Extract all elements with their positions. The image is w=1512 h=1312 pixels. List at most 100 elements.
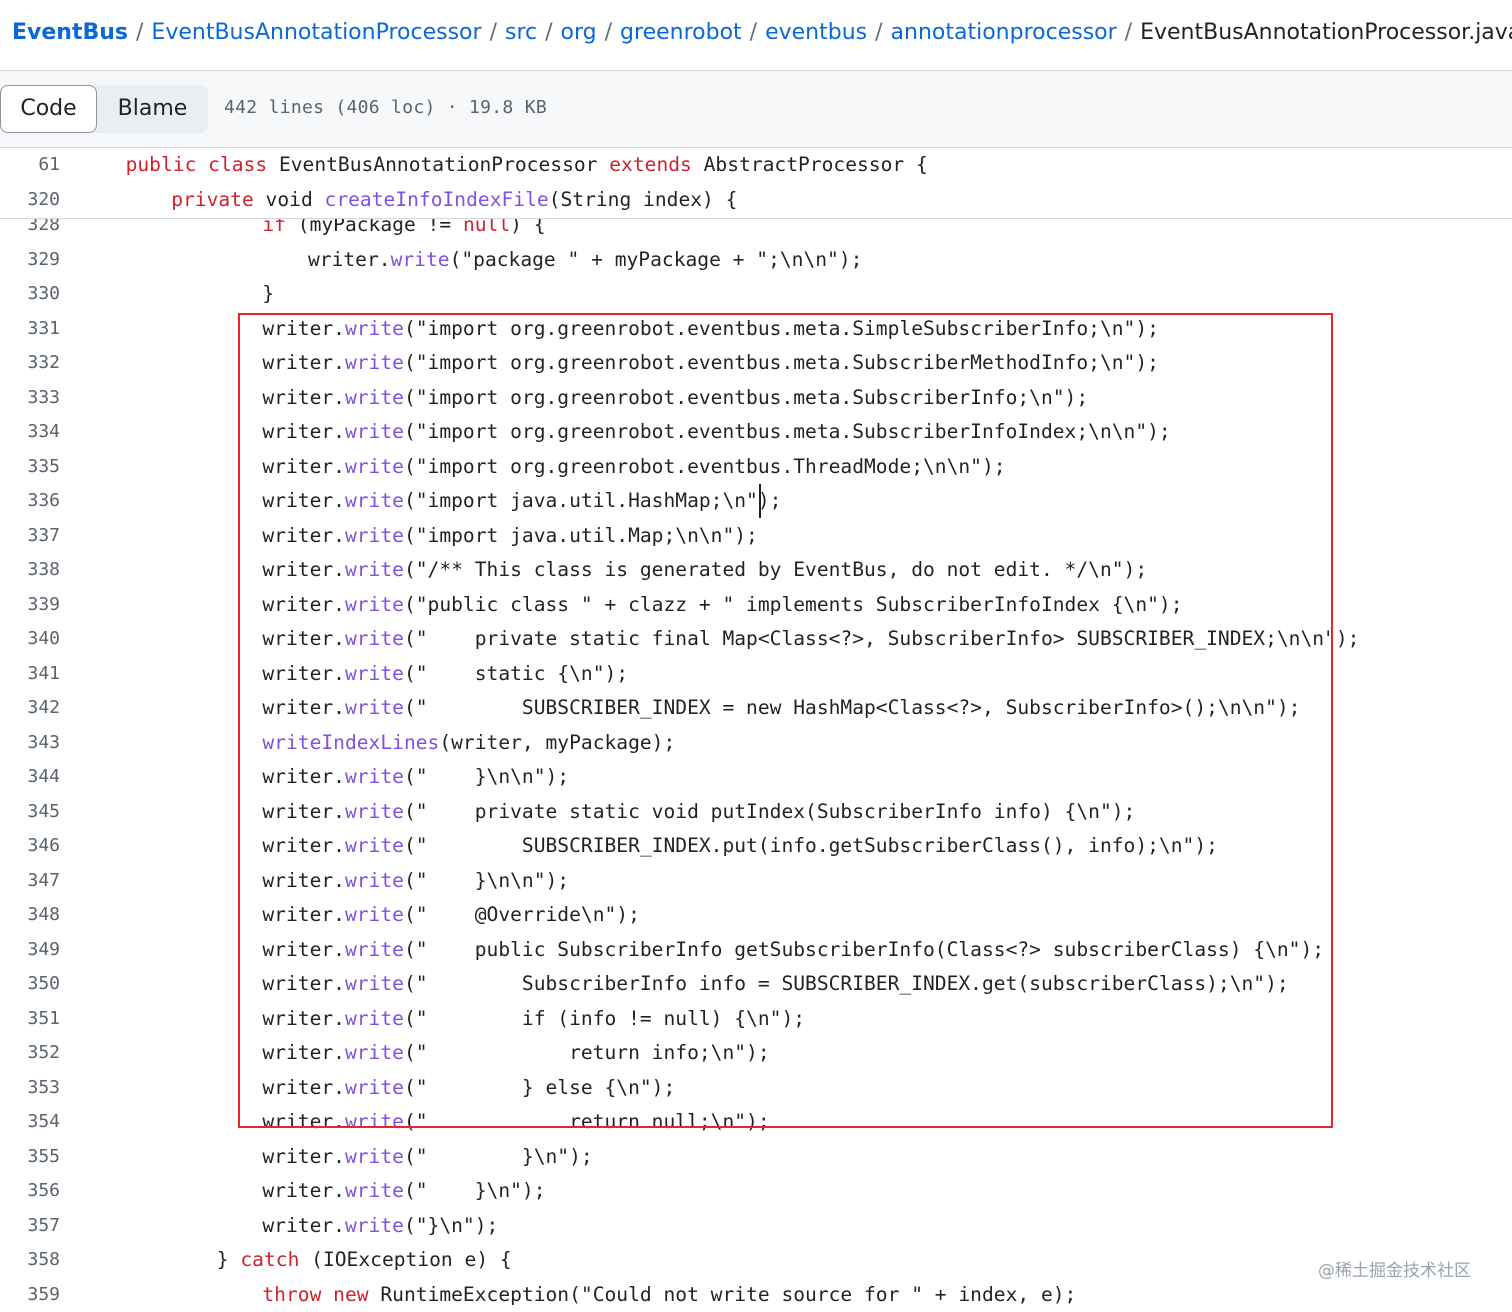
function-token: write: [345, 662, 404, 685]
breadcrumb-link-eventbus[interactable]: eventbus: [765, 20, 867, 45]
code-token: (" if (info != null) {\n");: [404, 1007, 805, 1030]
code-token: writer.: [262, 351, 345, 374]
line-number[interactable]: 340: [0, 622, 60, 657]
line-number[interactable]: 338: [0, 553, 60, 588]
line-number[interactable]: 344: [0, 760, 60, 795]
code-line: 331writer.write("import org.greenrobot.e…: [0, 312, 1512, 347]
code-line: 348writer.write(" @Override\n");: [0, 898, 1512, 933]
line-number[interactable]: 345: [0, 795, 60, 830]
code-line: 61public class EventBusAnnotationProcess…: [0, 148, 1512, 183]
code-text: writer.write(" SUBSCRIBER_INDEX.put(info…: [262, 829, 1218, 864]
keyword-token: class: [208, 153, 267, 176]
breadcrumb-link-module[interactable]: EventBusAnnotationProcessor: [151, 20, 481, 45]
code-token: writer.: [262, 627, 345, 650]
file-meta-info: 442 lines (406 loc) · 19.8 KB: [224, 97, 547, 118]
function-token: write: [345, 696, 404, 719]
line-number[interactable]: 349: [0, 933, 60, 968]
function-token: write: [345, 903, 404, 926]
line-number[interactable]: 358: [0, 1243, 60, 1278]
line-number[interactable]: 335: [0, 450, 60, 485]
line-number[interactable]: 350: [0, 967, 60, 1002]
code-text: writeIndexLines(writer, myPackage);: [262, 726, 675, 761]
code-token: (" private static final Map<Class<?>, Su…: [404, 627, 1360, 650]
breadcrumb: EventBus / EventBusAnnotationProcessor / src…: [12, 15, 1512, 55]
code-token: writer.: [262, 489, 345, 512]
line-number[interactable]: 355: [0, 1140, 60, 1175]
line-number[interactable]: 329: [0, 243, 60, 278]
breadcrumb-separator: /: [750, 20, 757, 45]
line-number[interactable]: 320: [0, 183, 60, 218]
function-token: write: [345, 420, 404, 443]
code-token: writer.: [262, 696, 345, 719]
code-text: writer.write("import org.greenrobot.even…: [262, 415, 1170, 450]
line-number[interactable]: 347: [0, 864, 60, 899]
line-number[interactable]: 346: [0, 829, 60, 864]
code-text: writer.write(" } else {\n");: [262, 1071, 675, 1106]
line-number[interactable]: 343: [0, 726, 60, 761]
code-token: writer.: [262, 1214, 345, 1237]
breadcrumb-link-greenrobot[interactable]: greenrobot: [620, 20, 742, 45]
function-token: createInfoIndexFile: [325, 188, 549, 211]
code-token: }: [217, 1248, 241, 1271]
function-token: write: [345, 834, 404, 857]
code-token: [321, 1283, 333, 1306]
line-number[interactable]: 356: [0, 1174, 60, 1209]
function-token: write: [345, 558, 404, 581]
line-number[interactable]: 334: [0, 415, 60, 450]
code-token: }: [262, 282, 274, 305]
code-token: ("}\n");: [404, 1214, 498, 1237]
line-number[interactable]: 331: [0, 312, 60, 347]
breadcrumb-repo-link[interactable]: EventBus: [12, 20, 128, 45]
line-number[interactable]: 359: [0, 1278, 60, 1312]
line-number[interactable]: 339: [0, 588, 60, 623]
sticky-scope-header: 61public class EventBusAnnotationProcess…: [0, 148, 1512, 219]
code-token: writer.: [262, 317, 345, 340]
blame-tab-button[interactable]: Blame: [97, 85, 208, 133]
line-number[interactable]: 348: [0, 898, 60, 933]
code-token: ("import org.greenrobot.eventbus.meta.Su…: [404, 420, 1171, 443]
code-line: 340writer.write(" private static final M…: [0, 622, 1512, 657]
code-token: (" }\n");: [404, 1179, 546, 1202]
code-line: 356writer.write(" }\n");: [0, 1174, 1512, 1209]
code-line: 337writer.write("import java.util.Map;\n…: [0, 519, 1512, 554]
code-token: ("import java.util.HashMap;\n");: [404, 489, 782, 512]
function-token: write: [345, 1145, 404, 1168]
code-text: writer.write(" static {\n");: [262, 657, 628, 692]
code-text: writer.write("import java.util.HashMap;\…: [262, 484, 781, 519]
code-token: writer.: [262, 1110, 345, 1133]
code-text: writer.write(" public SubscriberInfo get…: [262, 933, 1324, 968]
code-view[interactable]: 328if (myPackage != null) {329writer.wri…: [0, 208, 1512, 1312]
line-number[interactable]: 336: [0, 484, 60, 519]
function-token: write: [345, 1076, 404, 1099]
breadcrumb-link-annotationprocessor[interactable]: annotationprocessor: [891, 20, 1117, 45]
code-line: 332 writer.write("import org.greenrobot.e…: [0, 346, 1512, 381]
code-text: writer.write(" private static void putIn…: [262, 795, 1135, 830]
line-number[interactable]: 342: [0, 691, 60, 726]
line-number[interactable]: 341: [0, 657, 60, 692]
breadcrumb-link-src[interactable]: src: [505, 20, 537, 45]
line-number[interactable]: 332: [0, 346, 60, 381]
code-text: writer.write("import org.greenrobot.even…: [262, 450, 1005, 485]
breadcrumb-separator: /: [490, 20, 497, 45]
code-line: 345 writer.write(" private static void pu…: [0, 795, 1512, 830]
breadcrumb-link-org[interactable]: org: [561, 20, 597, 45]
line-number[interactable]: 353: [0, 1071, 60, 1106]
code-text: writer.write(" if (info != null) {\n");: [262, 1002, 805, 1037]
code-text: writer.write("import org.greenrobot.even…: [262, 346, 1159, 381]
line-number[interactable]: 357: [0, 1209, 60, 1244]
line-number[interactable]: 354: [0, 1105, 60, 1140]
line-number[interactable]: 61: [0, 148, 60, 183]
code-token: (" }\n");: [404, 1145, 593, 1168]
code-token: void: [254, 188, 325, 211]
code-line: 343 writeIndexLines(writer, myPackage);: [0, 726, 1512, 761]
code-tab-button[interactable]: Code: [0, 85, 97, 133]
line-number[interactable]: 337: [0, 519, 60, 554]
code-token: ("package " + myPackage + ";\n\n");: [450, 248, 863, 271]
code-text: writer.write("public class " + clazz + "…: [262, 588, 1182, 623]
code-token: writer.: [262, 420, 345, 443]
line-number[interactable]: 333: [0, 381, 60, 416]
code-token: (" }\n\n");: [404, 869, 569, 892]
line-number[interactable]: 351: [0, 1002, 60, 1037]
line-number[interactable]: 330: [0, 277, 60, 312]
line-number[interactable]: 352: [0, 1036, 60, 1071]
